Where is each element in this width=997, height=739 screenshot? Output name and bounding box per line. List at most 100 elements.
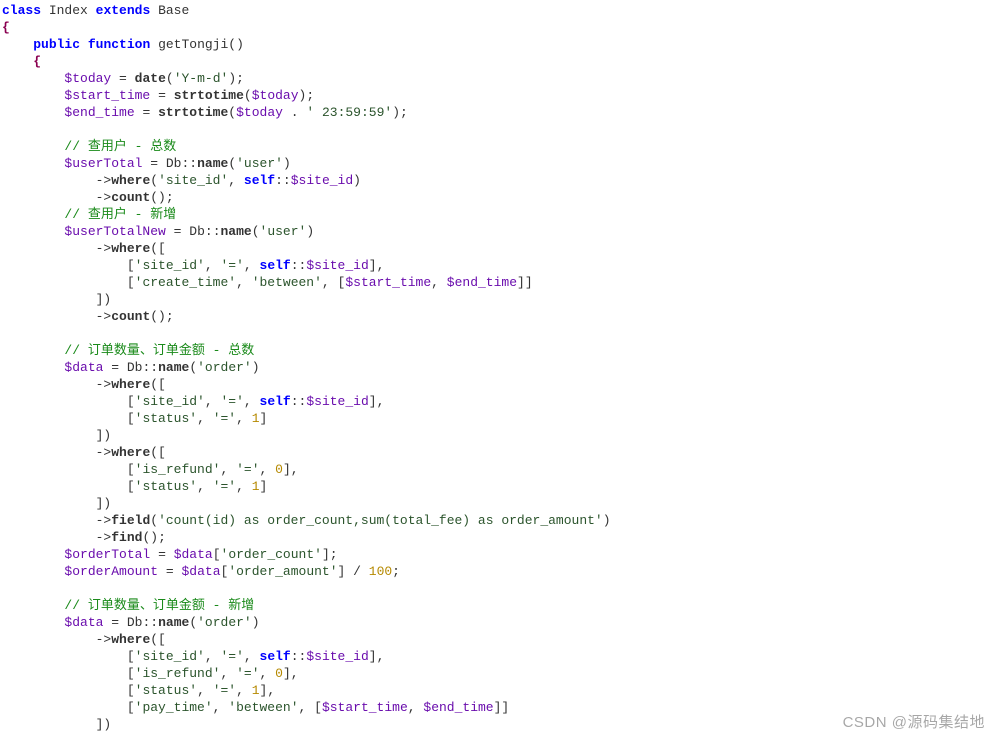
str: ' 23:59:59' — [306, 105, 392, 120]
comma: , — [244, 258, 252, 273]
parens: () — [142, 530, 158, 545]
open: ([ — [150, 377, 166, 392]
str: 'Y-m-d' — [174, 71, 229, 86]
open: [ — [127, 479, 135, 494]
str: 'user' — [260, 224, 307, 239]
var-start-time: $start_time — [345, 275, 431, 290]
var-end-time: $end_time — [423, 700, 493, 715]
arrow: -> — [96, 445, 112, 460]
close: ] — [260, 411, 268, 426]
comma: , — [205, 394, 213, 409]
var-data: $data — [64, 360, 103, 375]
open: [ — [127, 394, 135, 409]
str: '=' — [220, 394, 243, 409]
keyword-self: self — [260, 649, 291, 664]
str: 'count(id) as order_count,sum(total_fee)… — [158, 513, 603, 528]
fn-count: count — [111, 190, 150, 205]
open: [ — [314, 700, 322, 715]
var-start-time: $start_time — [64, 88, 150, 103]
str: 'status' — [135, 411, 197, 426]
semi: ; — [392, 564, 400, 579]
semi: ; — [306, 88, 314, 103]
dcolon: :: — [291, 394, 307, 409]
arrow: -> — [96, 632, 112, 647]
parens: () — [150, 309, 166, 324]
close: ]) — [96, 428, 112, 443]
num: 100 — [369, 564, 392, 579]
open: [ — [127, 462, 135, 477]
open: ([ — [150, 241, 166, 256]
comma: , — [236, 683, 244, 698]
semi: ; — [330, 547, 338, 562]
str: '=' — [220, 258, 243, 273]
semi: ; — [236, 71, 244, 86]
fn-name: name — [197, 156, 228, 171]
open: [ — [127, 275, 135, 290]
dcolon: :: — [181, 156, 197, 171]
str: 'site_id' — [135, 258, 205, 273]
str: 'pay_time' — [135, 700, 213, 715]
prop-site-id: $site_id — [306, 649, 368, 664]
num: 1 — [252, 411, 260, 426]
base-class: Base — [158, 3, 189, 18]
var-start-time: $start_time — [322, 700, 408, 715]
str: 'user' — [236, 156, 283, 171]
dcolon: :: — [291, 649, 307, 664]
close: ] — [260, 479, 268, 494]
close: ], — [283, 462, 299, 477]
arrow: -> — [96, 241, 112, 256]
op-eq: = — [158, 547, 166, 562]
open: [ — [127, 700, 135, 715]
open: [ — [127, 258, 135, 273]
comma: , — [228, 173, 236, 188]
comma: , — [322, 275, 330, 290]
str: 'site_id' — [135, 394, 205, 409]
fn-name: name — [158, 615, 189, 630]
fn-find: find — [111, 530, 142, 545]
semi: ; — [158, 530, 166, 545]
op-eq: = — [119, 71, 127, 86]
var-today: $today — [252, 88, 299, 103]
var-order-amount: $orderAmount — [64, 564, 158, 579]
fn-strtotime: strtotime — [174, 88, 244, 103]
num: 1 — [252, 479, 260, 494]
fn-where: where — [111, 445, 150, 460]
comma: , — [260, 462, 268, 477]
fn-where: where — [111, 632, 150, 647]
keyword-extends: extends — [96, 3, 151, 18]
comma: , — [431, 275, 439, 290]
code-block: class Index extends Base { public functi… — [0, 0, 997, 733]
close: ]] — [494, 700, 510, 715]
var-today: $today — [236, 105, 283, 120]
str: 'order_count' — [221, 547, 322, 562]
keyword-public: public — [33, 37, 80, 52]
arrow: -> — [96, 530, 112, 545]
comma: , — [205, 649, 213, 664]
str: 'order_amount' — [228, 564, 337, 579]
comma: , — [197, 411, 205, 426]
num: 1 — [252, 683, 260, 698]
close: ]] — [517, 275, 533, 290]
dcolon: :: — [142, 360, 158, 375]
comment: // 查用户 - 新增 — [64, 207, 176, 222]
var-data: $data — [181, 564, 220, 579]
fn-name: name — [221, 224, 252, 239]
comma: , — [213, 700, 221, 715]
str: 'order' — [197, 615, 252, 630]
fn-name: name — [158, 360, 189, 375]
comma: , — [408, 700, 416, 715]
semi: ; — [166, 309, 174, 324]
close: ], — [260, 683, 276, 698]
str: '=' — [220, 649, 243, 664]
comma: , — [197, 683, 205, 698]
comma: , — [236, 411, 244, 426]
comma: , — [244, 649, 252, 664]
str: '=' — [213, 479, 236, 494]
keyword-class: class — [2, 3, 41, 18]
class-db: Db — [166, 156, 182, 171]
str: '=' — [213, 683, 236, 698]
op-concat: . — [291, 105, 299, 120]
close: ]) — [96, 292, 112, 307]
num: 0 — [275, 666, 283, 681]
op-div: / — [353, 564, 361, 579]
